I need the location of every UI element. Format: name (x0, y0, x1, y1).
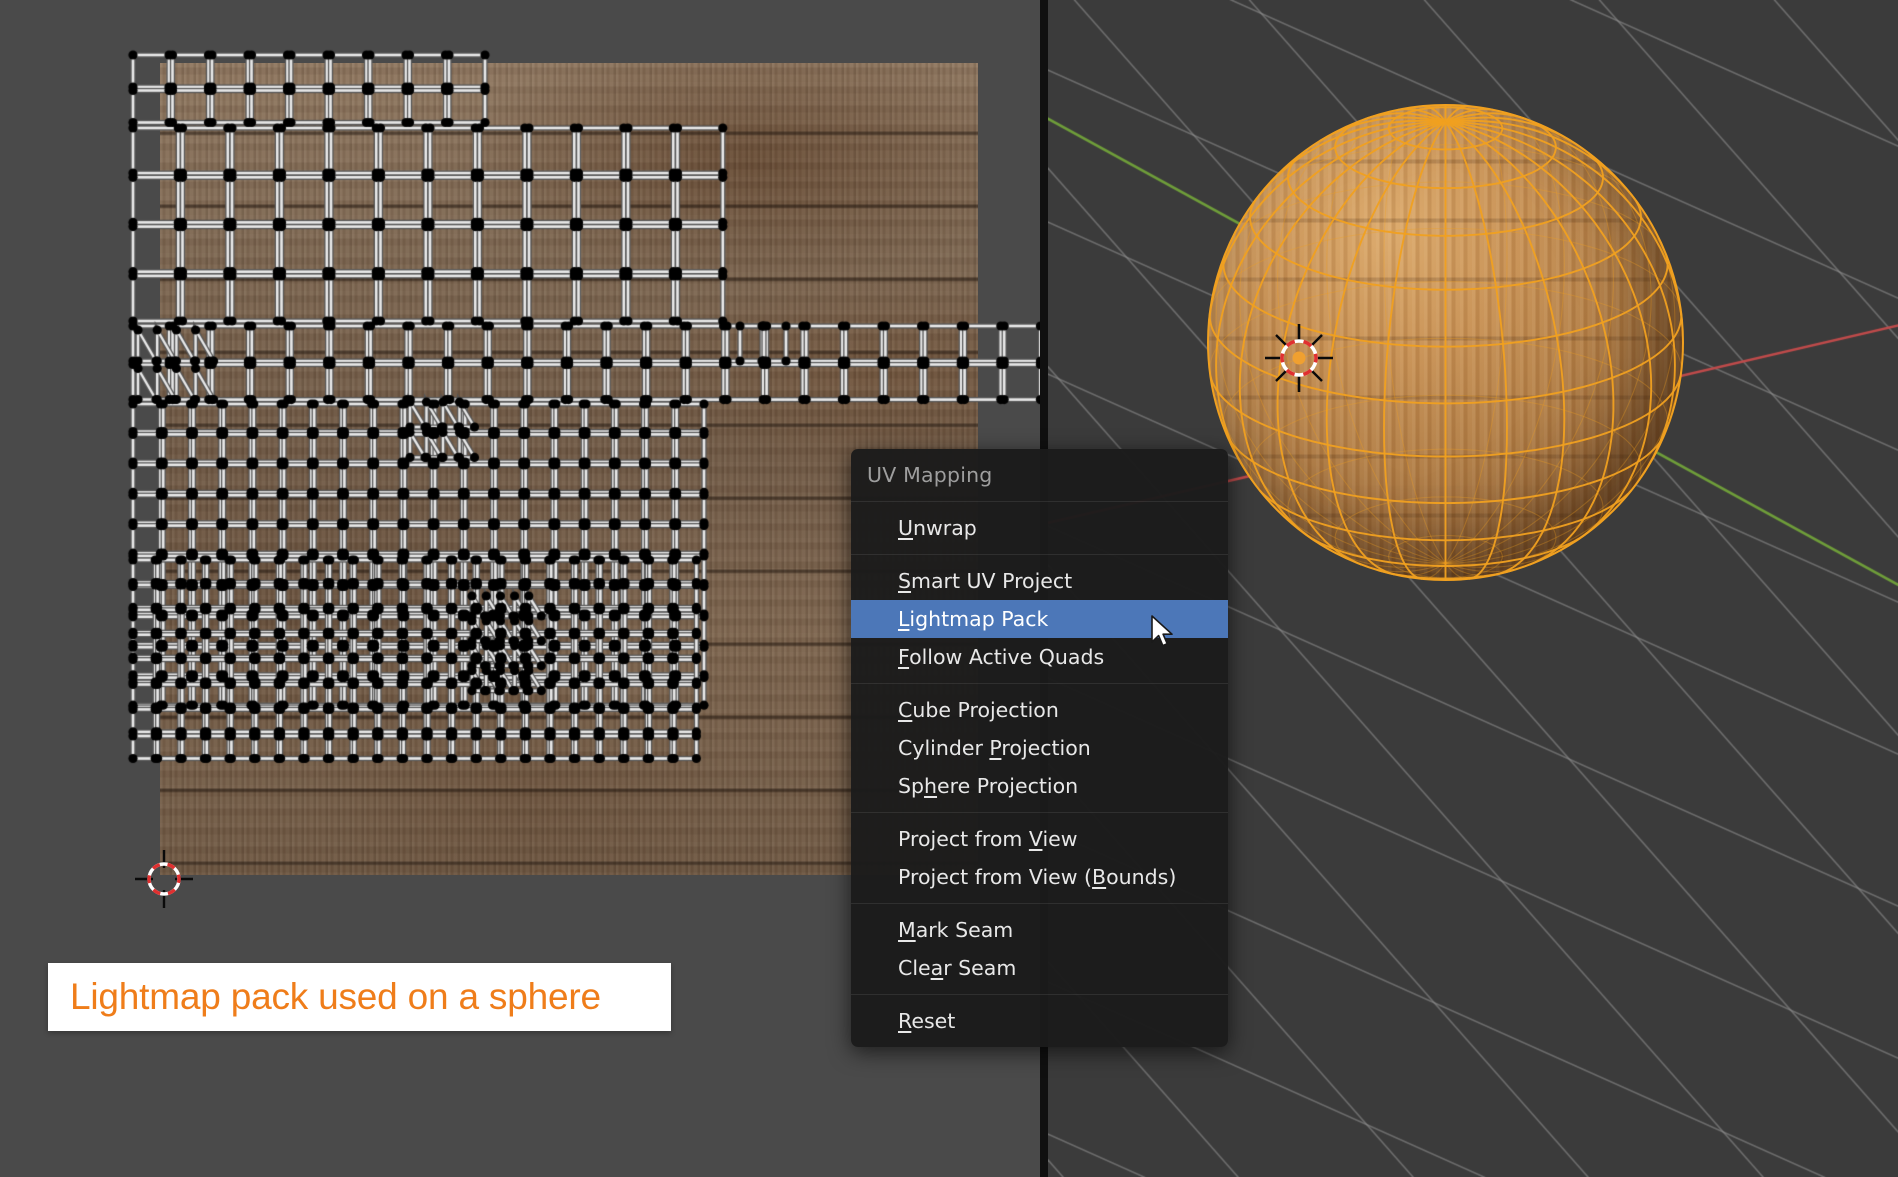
menu-item-smart-uv-project[interactable]: Smart UV Project (851, 562, 1228, 600)
menu-item-reset[interactable]: Reset (851, 1002, 1228, 1040)
caption-text: Lightmap pack used on a sphere (70, 976, 601, 1017)
menu-item-mark-seam[interactable]: Mark Seam (851, 911, 1228, 949)
menu-group: Cube Projection Cylinder Projection Sphere… (851, 684, 1228, 812)
uv-sphere-object[interactable] (1207, 104, 1684, 581)
menu-item-project-from-view[interactable]: Project from View (851, 820, 1228, 858)
menu-item-cylinder-projection[interactable]: Cylinder Projection (851, 729, 1228, 767)
menu-item-cube-projection[interactable]: Cube Projection (851, 691, 1228, 729)
menu-group: Smart UV Project Lightmap Pack Follow Acti… (851, 555, 1228, 683)
menu-item-project-from-view-bounds[interactable]: Project from View (Bounds) (851, 858, 1228, 896)
menu-item-lightmap-pack[interactable]: Lightmap Pack (851, 600, 1228, 638)
menu-group: Mark Seam Clear Seam (851, 904, 1228, 994)
menu-group: Reset (851, 995, 1228, 1047)
menu-group-list: Unwrap Smart UV Project Lightmap Pack Follo… (851, 502, 1228, 1047)
menu-group: Project from View Project from View (Boun… (851, 813, 1228, 903)
menu-item-sphere-projection[interactable]: Sphere Projection (851, 767, 1228, 805)
uv-mapping-menu[interactable]: UV Mapping Unwrap Smart UV Project Lightma… (851, 449, 1228, 1047)
menu-item-clear-seam[interactable]: Clear Seam (851, 949, 1228, 987)
menu-item-follow-active-quads[interactable]: Follow Active Quads (851, 638, 1228, 676)
caption-box: Lightmap pack used on a sphere (48, 963, 671, 1031)
screenshot-root: UV Mapping Unwrap Smart UV Project Lightma… (0, 0, 1898, 1177)
menu-item-unwrap[interactable]: Unwrap (851, 509, 1228, 547)
menu-title: UV Mapping (867, 463, 993, 487)
menu-group: Unwrap (851, 502, 1228, 554)
sphere-shaded-surface (1208, 105, 1683, 580)
